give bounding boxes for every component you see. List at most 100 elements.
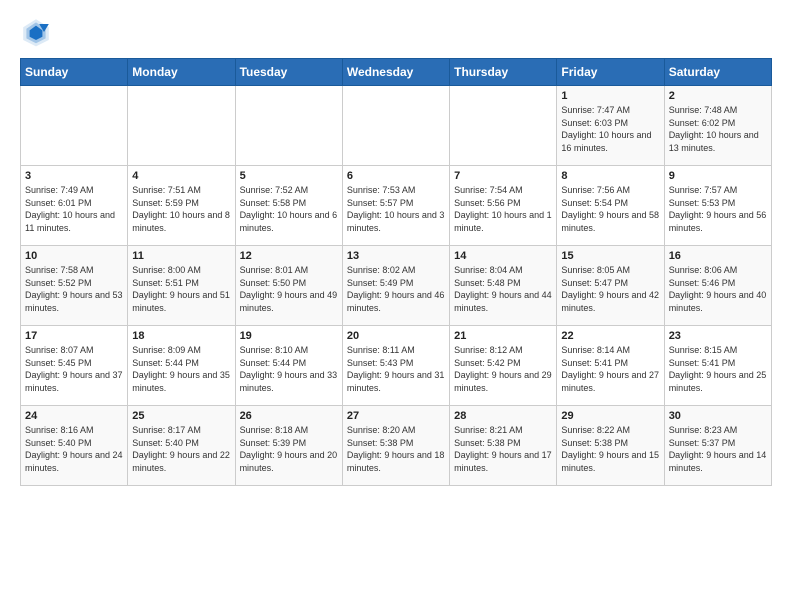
day-number: 18 xyxy=(132,330,230,342)
day-info: Sunrise: 8:02 AM Sunset: 5:49 PM Dayligh… xyxy=(347,264,445,314)
calendar-week: 1Sunrise: 7:47 AM Sunset: 6:03 PM Daylig… xyxy=(21,86,772,166)
header-day: Saturday xyxy=(664,59,771,86)
header-day: Monday xyxy=(128,59,235,86)
calendar-cell: 4 Sunrise: 7:51 AM Sunset: 5:59 PM Daylig… xyxy=(128,166,235,246)
calendar-week: 24 Sunrise: 8:16 AM Sunset: 5:40 PM Dayli… xyxy=(21,406,772,486)
day-info: Sunrise: 8:15 AM Sunset: 5:41 PM Dayligh… xyxy=(669,344,767,394)
header-day: Friday xyxy=(557,59,664,86)
day-info: Sunrise: 8:16 AM Sunset: 5:40 PM Dayligh… xyxy=(25,424,123,474)
day-number: 5 xyxy=(240,170,338,182)
day-number: 11 xyxy=(132,250,230,262)
calendar-cell: 16Sunrise: 8:06 AM Sunset: 5:46 PM Dayli… xyxy=(664,246,771,326)
page: SundayMondayTuesdayWednesdayThursdayFrid… xyxy=(0,0,792,496)
calendar-cell: 2 Sunrise: 7:48 AM Sunset: 6:02 PM Daylig… xyxy=(664,86,771,166)
day-number: 9 xyxy=(669,170,767,182)
day-info: Sunrise: 8:07 AM Sunset: 5:45 PM Dayligh… xyxy=(25,344,123,394)
day-info: Sunrise: 8:21 AM Sunset: 5:38 PM Dayligh… xyxy=(454,424,552,474)
day-number: 28 xyxy=(454,410,552,422)
calendar-cell xyxy=(342,86,449,166)
day-number: 30 xyxy=(669,410,767,422)
calendar-cell: 13 Sunrise: 8:02 AM Sunset: 5:49 PM Dayli… xyxy=(342,246,449,326)
day-info: Sunrise: 8:09 AM Sunset: 5:44 PM Dayligh… xyxy=(132,344,230,394)
calendar-cell: 17Sunrise: 8:07 AM Sunset: 5:45 PM Dayli… xyxy=(21,326,128,406)
day-number: 15 xyxy=(561,250,659,262)
header-row: SundayMondayTuesdayWednesdayThursdayFrid… xyxy=(21,59,772,86)
day-number: 10 xyxy=(25,250,123,262)
calendar-cell: 22 Sunrise: 8:14 AM Sunset: 5:41 PM Dayli… xyxy=(557,326,664,406)
day-info: Sunrise: 8:04 AM Sunset: 5:48 PM Dayligh… xyxy=(454,264,552,314)
header xyxy=(20,16,772,48)
day-info: Sunrise: 8:05 AM Sunset: 5:47 PM Dayligh… xyxy=(561,264,659,314)
calendar-cell: 1Sunrise: 7:47 AM Sunset: 6:03 PM Daylig… xyxy=(557,86,664,166)
day-number: 19 xyxy=(240,330,338,342)
calendar-cell: 29 Sunrise: 8:22 AM Sunset: 5:38 PM Dayli… xyxy=(557,406,664,486)
day-number: 4 xyxy=(132,170,230,182)
header-day: Wednesday xyxy=(342,59,449,86)
header-day: Thursday xyxy=(450,59,557,86)
day-number: 22 xyxy=(561,330,659,342)
day-number: 23 xyxy=(669,330,767,342)
day-info: Sunrise: 8:00 AM Sunset: 5:51 PM Dayligh… xyxy=(132,264,230,314)
calendar-cell: 5Sunrise: 7:52 AM Sunset: 5:58 PM Daylig… xyxy=(235,166,342,246)
day-info: Sunrise: 8:20 AM Sunset: 5:38 PM Dayligh… xyxy=(347,424,445,474)
day-number: 6 xyxy=(347,170,445,182)
header-day: Tuesday xyxy=(235,59,342,86)
day-number: 27 xyxy=(347,410,445,422)
day-info: Sunrise: 7:58 AM Sunset: 5:52 PM Dayligh… xyxy=(25,264,123,314)
calendar-cell xyxy=(450,86,557,166)
day-info: Sunrise: 7:49 AM Sunset: 6:01 PM Dayligh… xyxy=(25,184,123,234)
calendar-cell: 24 Sunrise: 8:16 AM Sunset: 5:40 PM Dayli… xyxy=(21,406,128,486)
day-info: Sunrise: 7:56 AM Sunset: 5:54 PM Dayligh… xyxy=(561,184,659,234)
day-number: 25 xyxy=(132,410,230,422)
calendar-header: SundayMondayTuesdayWednesdayThursdayFrid… xyxy=(21,59,772,86)
day-number: 13 xyxy=(347,250,445,262)
day-info: Sunrise: 8:10 AM Sunset: 5:44 PM Dayligh… xyxy=(240,344,338,394)
day-number: 16 xyxy=(669,250,767,262)
calendar-cell: 23 Sunrise: 8:15 AM Sunset: 5:41 PM Dayli… xyxy=(664,326,771,406)
day-number: 2 xyxy=(669,90,767,102)
logo-icon xyxy=(20,16,52,48)
calendar-cell xyxy=(21,86,128,166)
day-number: 3 xyxy=(25,170,123,182)
logo xyxy=(20,16,58,48)
calendar-cell: 11 Sunrise: 8:00 AM Sunset: 5:51 PM Dayli… xyxy=(128,246,235,326)
day-number: 12 xyxy=(240,250,338,262)
day-info: Sunrise: 8:17 AM Sunset: 5:40 PM Dayligh… xyxy=(132,424,230,474)
day-number: 14 xyxy=(454,250,552,262)
day-number: 7 xyxy=(454,170,552,182)
calendar-cell: 8Sunrise: 7:56 AM Sunset: 5:54 PM Daylig… xyxy=(557,166,664,246)
calendar-cell: 27 Sunrise: 8:20 AM Sunset: 5:38 PM Dayli… xyxy=(342,406,449,486)
calendar-cell: 15 Sunrise: 8:05 AM Sunset: 5:47 PM Dayli… xyxy=(557,246,664,326)
calendar-cell xyxy=(128,86,235,166)
day-info: Sunrise: 8:18 AM Sunset: 5:39 PM Dayligh… xyxy=(240,424,338,474)
calendar-cell: 19 Sunrise: 8:10 AM Sunset: 5:44 PM Dayli… xyxy=(235,326,342,406)
day-number: 1 xyxy=(561,90,659,102)
day-info: Sunrise: 7:57 AM Sunset: 5:53 PM Dayligh… xyxy=(669,184,767,234)
calendar-cell: 26Sunrise: 8:18 AM Sunset: 5:39 PM Dayli… xyxy=(235,406,342,486)
day-info: Sunrise: 7:51 AM Sunset: 5:59 PM Dayligh… xyxy=(132,184,230,234)
day-info: Sunrise: 7:48 AM Sunset: 6:02 PM Dayligh… xyxy=(669,104,767,154)
calendar-cell: 28 Sunrise: 8:21 AM Sunset: 5:38 PM Dayli… xyxy=(450,406,557,486)
calendar-body: 1Sunrise: 7:47 AM Sunset: 6:03 PM Daylig… xyxy=(21,86,772,486)
calendar-cell xyxy=(235,86,342,166)
day-number: 29 xyxy=(561,410,659,422)
day-info: Sunrise: 8:22 AM Sunset: 5:38 PM Dayligh… xyxy=(561,424,659,474)
day-info: Sunrise: 7:54 AM Sunset: 5:56 PM Dayligh… xyxy=(454,184,552,234)
day-info: Sunrise: 8:11 AM Sunset: 5:43 PM Dayligh… xyxy=(347,344,445,394)
day-info: Sunrise: 8:14 AM Sunset: 5:41 PM Dayligh… xyxy=(561,344,659,394)
calendar-table: SundayMondayTuesdayWednesdayThursdayFrid… xyxy=(20,58,772,486)
day-info: Sunrise: 7:53 AM Sunset: 5:57 PM Dayligh… xyxy=(347,184,445,234)
calendar-week: 10 Sunrise: 7:58 AM Sunset: 5:52 PM Dayli… xyxy=(21,246,772,326)
calendar-cell: 10 Sunrise: 7:58 AM Sunset: 5:52 PM Dayli… xyxy=(21,246,128,326)
calendar-cell: 12 Sunrise: 8:01 AM Sunset: 5:50 PM Dayli… xyxy=(235,246,342,326)
calendar-cell: 20 Sunrise: 8:11 AM Sunset: 5:43 PM Dayli… xyxy=(342,326,449,406)
day-number: 24 xyxy=(25,410,123,422)
day-info: Sunrise: 8:12 AM Sunset: 5:42 PM Dayligh… xyxy=(454,344,552,394)
calendar-cell: 14 Sunrise: 8:04 AM Sunset: 5:48 PM Dayli… xyxy=(450,246,557,326)
day-number: 20 xyxy=(347,330,445,342)
calendar-cell: 18 Sunrise: 8:09 AM Sunset: 5:44 PM Dayli… xyxy=(128,326,235,406)
calendar-cell: 25 Sunrise: 8:17 AM Sunset: 5:40 PM Dayli… xyxy=(128,406,235,486)
day-info: Sunrise: 8:01 AM Sunset: 5:50 PM Dayligh… xyxy=(240,264,338,314)
calendar-cell: 3 Sunrise: 7:49 AM Sunset: 6:01 PM Daylig… xyxy=(21,166,128,246)
calendar-cell: 7 Sunrise: 7:54 AM Sunset: 5:56 PM Daylig… xyxy=(450,166,557,246)
